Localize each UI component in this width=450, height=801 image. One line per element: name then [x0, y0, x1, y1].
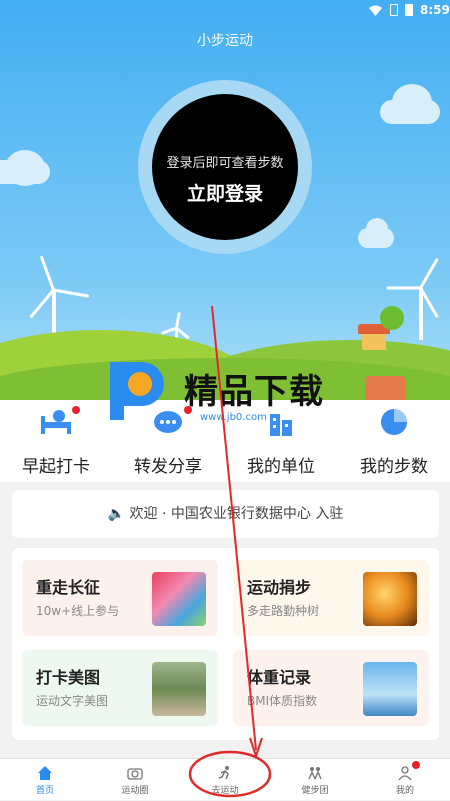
tab-label: 我的: [395, 786, 414, 796]
group-icon: [308, 767, 322, 780]
house: [362, 332, 386, 350]
tab-label: 健步团: [301, 786, 329, 796]
tab-go-exercise[interactable]: 去运动: [180, 759, 270, 801]
quick-action-label: 转发分享: [134, 457, 202, 477]
notice-bar[interactable]: 🔈 欢迎 · 中国农业银行数据中心 入驻: [12, 490, 439, 538]
login-circle[interactable]: 登录后即可查看步数 立即登录: [152, 94, 298, 240]
alarm-bed-icon: [41, 410, 71, 434]
speaker-icon: 🔈: [107, 506, 126, 522]
page-title: 小步运动: [197, 33, 253, 49]
sim-icon: [390, 4, 398, 16]
tab-label: 去运动: [211, 786, 239, 796]
card-title: 体重记录: [247, 668, 312, 687]
battery-icon: [405, 4, 413, 16]
watermark: 精品下载 www.jb0.com: [100, 352, 360, 423]
bottom-tab-bar: 首页 运动圈 去运动 健步团 我的: [0, 758, 450, 800]
card-subtitle: BMI体质指数: [247, 694, 318, 708]
pie-chart-icon: [381, 409, 407, 435]
login-button[interactable]: 立即登录: [152, 179, 298, 206]
badge-dot: [72, 406, 80, 414]
card-weight-record[interactable]: 体重记录 BMI体质指数: [233, 650, 429, 726]
card-title: 重走长征: [36, 578, 101, 597]
quick-action-checkin[interactable]: 早起打卡: [0, 400, 112, 477]
card-thumbnail: [152, 662, 206, 716]
card-photo-checkin[interactable]: 打卡美图 运动文字美图: [22, 650, 218, 726]
watermark-text: 精品下载: [184, 372, 324, 412]
tab-label: 运动圈: [121, 786, 149, 796]
login-hint: 登录后即可查看步数: [166, 156, 284, 171]
quick-action-label: 我的单位: [247, 457, 315, 477]
house: [365, 376, 405, 400]
tab-mine[interactable]: 我的: [360, 759, 450, 801]
cloud: [366, 218, 388, 240]
card-title: 打卡美图: [36, 668, 101, 687]
tab-home[interactable]: 首页: [0, 759, 90, 801]
home-icon: [38, 766, 52, 780]
quick-action-label: 早起打卡: [22, 457, 90, 477]
card-title: 运动捐步: [247, 578, 312, 597]
quick-action-label: 我的步数: [360, 457, 428, 477]
card-thumbnail: [363, 572, 417, 626]
card-thumbnail: [363, 662, 417, 716]
badge-dot: [412, 761, 420, 769]
watermark-logo: [110, 362, 164, 420]
wifi-icon: [369, 5, 382, 16]
feature-cards: 重走长征 10w+线上参与 运动捐步 多走路勤种树 打卡美图 运动文字美图 体重…: [12, 548, 439, 740]
card-long-march[interactable]: 重走长征 10w+线上参与: [22, 560, 218, 636]
cloud: [392, 84, 432, 120]
card-subtitle: 多走路勤种树: [247, 604, 320, 618]
runner-icon: [218, 766, 229, 780]
card-thumbnail: [152, 572, 206, 626]
camera-icon: [127, 768, 143, 780]
tab-moments[interactable]: 运动圈: [90, 759, 180, 801]
status-bar: 8:59: [0, 0, 450, 22]
cloud: [5, 150, 45, 186]
tree: [380, 306, 404, 330]
person-icon: [398, 766, 412, 781]
tab-label: 首页: [35, 786, 54, 796]
card-subtitle: 10w+线上参与: [36, 604, 120, 618]
tab-walking-group[interactable]: 健步团: [270, 759, 360, 801]
card-subtitle: 运动文字美图: [36, 694, 109, 708]
watermark-url: www.jb0.com: [200, 412, 267, 423]
card-step-donate[interactable]: 运动捐步 多走路勤种树: [233, 560, 429, 636]
notice-text: 欢迎 · 中国农业银行数据中心 入驻: [129, 506, 344, 522]
clock-time: 8:59: [420, 3, 450, 17]
